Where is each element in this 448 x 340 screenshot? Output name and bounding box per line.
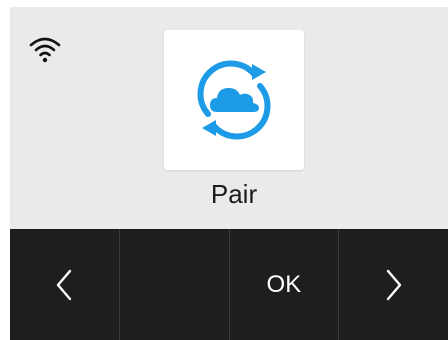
cloud-sync-icon: [197, 60, 271, 140]
device-screen: Pair OK: [10, 7, 448, 340]
pair-tile[interactable]: [164, 30, 304, 170]
chevron-right-icon: [386, 269, 401, 300]
next-button[interactable]: [339, 229, 448, 340]
chevron-left-icon: [57, 269, 72, 300]
nav-bar: OK: [10, 229, 448, 340]
ok-button[interactable]: OK: [230, 229, 340, 340]
blank-button[interactable]: [120, 229, 230, 340]
wifi-icon: [29, 35, 61, 65]
back-button[interactable]: [10, 229, 120, 340]
mode-label: Pair: [210, 179, 258, 209]
